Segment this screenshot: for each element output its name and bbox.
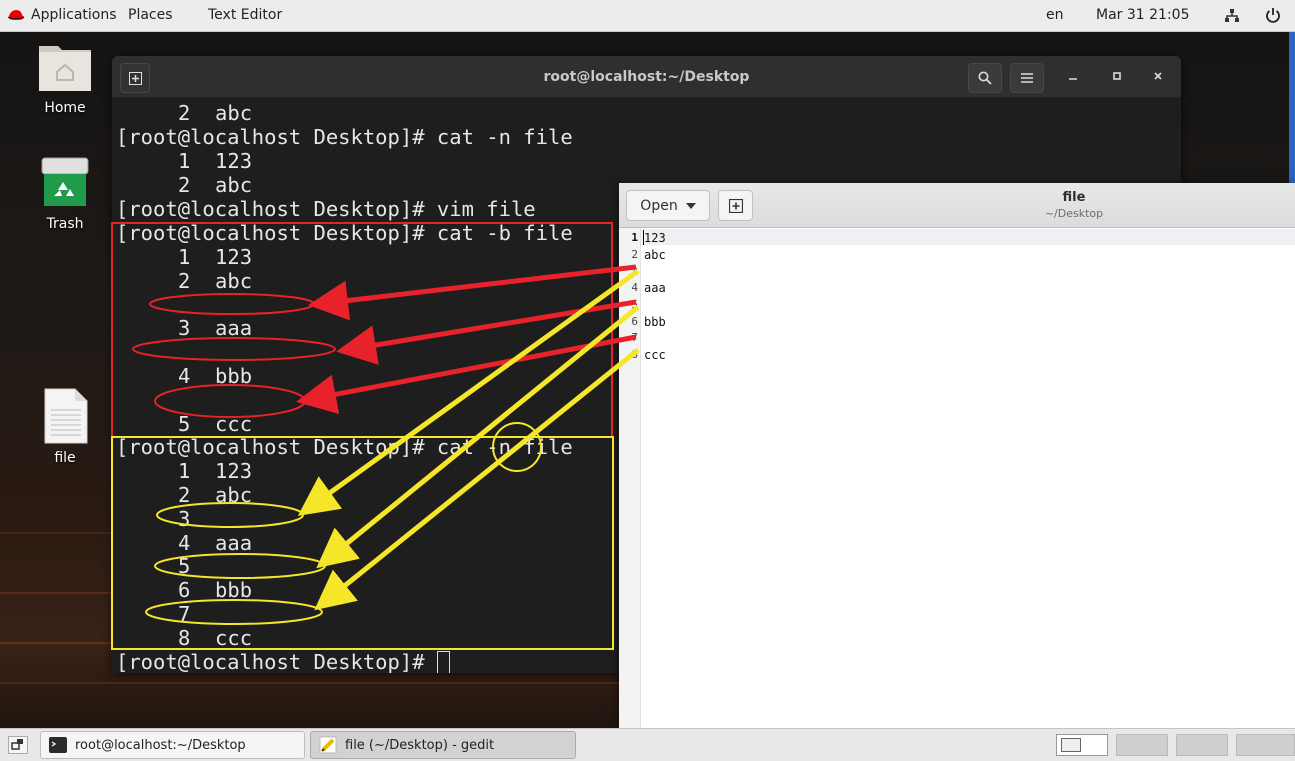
gedit-window[interactable]: Open file ~/Desktop 1 2 3 4 5 6 7 8 123 … [619,183,1295,728]
terminal-line: 8 ccc [178,626,253,650]
terminal-line: 2 abc [178,269,253,293]
terminal-line: 5 [178,554,191,578]
show-desktop-icon[interactable] [8,736,28,754]
desktop-icon-label: Trash [46,216,84,232]
redhat-logo-icon[interactable] [7,9,25,21]
gedit-headerbar[interactable]: Open file ~/Desktop [619,183,1295,228]
line-number: 6 [631,315,638,328]
terminal-prompt: [root@localhost Desktop]# [116,650,437,673]
terminal-line: 6 bbb [178,578,253,602]
applications-menu[interactable]: Applications [31,7,117,23]
terminal-icon [49,737,67,753]
terminal-line: 7 [178,602,191,626]
terminal-line: 1 123 [178,149,253,173]
terminal-prompt-line[interactable]: [root@localhost Desktop]# [116,650,450,673]
task-label: root@localhost:~/Desktop [75,737,246,753]
desktop-icon-file[interactable]: file [25,388,105,466]
terminal-line: 2 abc [178,483,253,507]
top-bar: Applications Places Text Editor en Mar 3… [0,0,1295,32]
maximize-icon [1113,72,1121,80]
terminal-line: [root@localhost Desktop]# cat -b file [116,221,573,245]
text-editor-icon [319,736,337,754]
terminal-line: 2 abc [178,173,253,197]
hamburger-menu-icon [1021,73,1033,83]
task-label: file (~/Desktop) - gedit [345,737,495,753]
close-icon [1154,72,1162,80]
places-menu[interactable]: Places [128,7,173,23]
terminal-line: [root@localhost Desktop]# cat -n file [116,125,573,149]
terminal-line: 2 abc [178,101,253,125]
close-button[interactable] [1150,69,1166,85]
task-terminal[interactable]: root@localhost:~/Desktop [40,731,305,759]
terminal-line: [root@localhost Desktop]# vim file [116,197,536,221]
terminal-line: [root@localhost Desktop]# cat -n file [116,435,573,459]
terminal-line: 4 aaa [178,531,253,555]
workspace-3[interactable] [1176,734,1228,756]
line-number: 7 [631,331,638,344]
editor-line[interactable]: bbb [644,314,666,330]
terminal-cursor [436,651,450,673]
terminal-line: 4 bbb [178,364,253,388]
language-indicator[interactable]: en [1046,7,1064,23]
power-icon[interactable] [1265,7,1281,24]
workspace-4[interactable] [1236,734,1295,756]
editor-line[interactable]: abc [644,247,666,263]
editor-line[interactable]: ccc [644,347,666,363]
minimize-button[interactable] [1065,69,1081,85]
network-icon[interactable] [1224,8,1240,24]
line-number: 5 [631,298,638,311]
terminal-titlebar[interactable]: root@localhost:~/Desktop [112,56,1181,98]
terminal-line: 1 123 [178,459,253,483]
workspace-1[interactable] [1056,734,1108,756]
text-file-icon [44,388,88,444]
trash-icon [41,157,89,206]
line-number: 3 [631,265,638,278]
clock[interactable]: Mar 31 21:05 [1096,7,1189,23]
home-folder-icon [39,46,91,91]
line-number: 1 [631,231,638,244]
line-number-gutter: 1 2 3 4 5 6 7 8 [619,228,641,728]
desktop-icon-home[interactable]: Home [25,40,105,116]
search-button[interactable] [968,63,1002,93]
line-number: 8 [631,348,638,361]
desktop-icon-label: file [54,450,76,466]
desktop-icon-label: Home [44,100,86,116]
terminal-line: 1 123 [178,245,253,269]
terminal-line: 3 aaa [178,316,253,340]
terminal-line: 5 ccc [178,412,253,436]
taskbar: root@localhost:~/Desktop file (~/Desktop… [0,728,1295,761]
terminal-line: 3 [178,507,191,531]
editor-line[interactable]: 123 [644,230,666,246]
minimize-icon [1069,78,1077,80]
workspace-2[interactable] [1116,734,1168,756]
document-title: file [1062,190,1086,205]
desktop-icon-trash[interactable]: Trash [25,156,105,232]
document-path: ~/Desktop [1044,207,1104,220]
task-gedit[interactable]: file (~/Desktop) - gedit [310,731,576,759]
line-number: 4 [631,281,638,294]
maximize-button[interactable] [1109,69,1125,85]
current-line-highlight [641,229,1295,245]
editor-line[interactable]: aaa [644,280,666,296]
line-number: 2 [631,248,638,261]
search-icon [978,71,992,85]
menu-button[interactable] [1010,63,1044,93]
text-editor-menu[interactable]: Text Editor [208,7,282,23]
